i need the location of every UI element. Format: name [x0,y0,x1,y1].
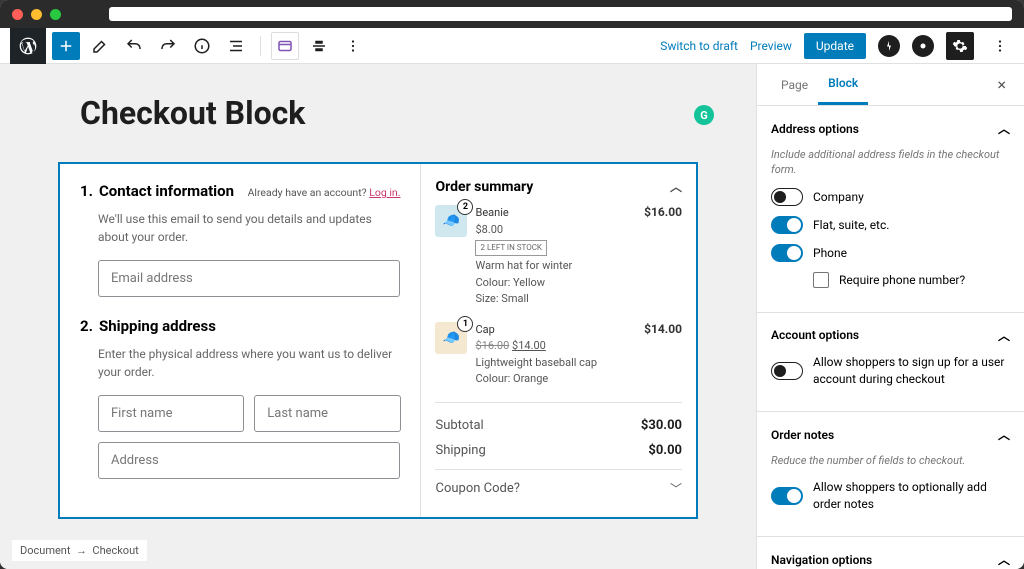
qty-badge: 1 [457,316,473,332]
list-view-icon[interactable] [222,32,250,60]
order-notes-toggle[interactable] [771,487,803,505]
signup-toggle[interactable] [771,362,803,380]
close-sidebar-button[interactable]: × [993,75,1010,94]
jetpack-icon[interactable] [878,35,900,57]
breadcrumb[interactable]: Document → Checkout [12,540,147,561]
last-name-field[interactable]: Last name [254,395,400,432]
email-field[interactable]: Email address [98,260,400,297]
checkout-block[interactable]: 1. Contact information Already have an a… [58,162,698,519]
contact-title: Contact information [99,182,234,200]
product-thumb: 🧢2 [435,205,467,237]
update-button[interactable]: Update [804,33,866,59]
tab-page[interactable]: Page [771,66,818,104]
cart-item: 🧢1 Cap $16.00 $14.00 Lightweight basebal… [435,322,682,388]
shipping-value: $0.00 [648,443,682,458]
info-icon[interactable] [188,32,216,60]
section-number: 1. [80,182,93,200]
subtotal-value: $30.00 [641,418,682,433]
section-number: 2. [80,317,93,335]
chevron-up-icon: ︿ [998,551,1010,568]
titlebar [0,0,1024,28]
more-icon[interactable] [339,32,367,60]
settings-button[interactable] [946,32,974,60]
maximize-dot[interactable] [50,9,61,20]
first-name-field[interactable]: First name [98,395,244,432]
yoast-icon[interactable] [912,35,934,57]
shipping-label: Shipping [435,443,485,458]
settings-sidebar: Page Block × Address options︿ Include ad… [756,64,1024,569]
options-icon[interactable] [986,32,1014,60]
coupon-toggle[interactable]: Coupon Code?﹀ [435,469,682,497]
login-prompt: Already have an account? Log in. [248,186,401,199]
shipping-desc: Enter the physical address where you wan… [98,345,400,381]
url-bar[interactable] [109,7,1012,21]
chevron-up-icon: ︿ [998,120,1010,137]
checkout-block-icon[interactable] [271,32,299,60]
minimize-dot[interactable] [31,9,42,20]
chevron-up-icon: ︿ [998,426,1010,443]
editor-canvas[interactable]: Checkout Block G 1. Contact information … [0,64,756,569]
order-summary-header[interactable]: Order summary ︿ [435,178,682,195]
phone-toggle[interactable] [771,244,803,262]
edit-icon[interactable] [86,32,114,60]
product-thumb: 🧢1 [435,322,467,354]
undo-icon[interactable] [120,32,148,60]
add-block-button[interactable] [52,32,80,60]
order-notes-panel[interactable]: Order notes︿ [771,426,1010,443]
shipping-title: Shipping address [99,317,216,335]
redo-icon[interactable] [154,32,182,60]
switch-draft-link[interactable]: Switch to draft [660,39,738,53]
chevron-down-icon: ﹀ [670,480,682,497]
qty-badge: 2 [457,199,473,215]
align-icon[interactable] [305,32,333,60]
close-dot[interactable] [12,9,23,20]
editor-toolbar: Switch to draft Preview Update [0,28,1024,64]
cart-item: 🧢2 Beanie $8.00 2 LEFT IN STOCK Warm hat… [435,205,682,308]
account-options-panel[interactable]: Account options︿ [771,327,1010,344]
stock-badge: 2 LEFT IN STOCK [475,240,546,256]
navigation-options-panel[interactable]: Navigation options︿ [771,551,1010,568]
page-title[interactable]: Checkout Block [80,94,706,132]
address-options-panel[interactable]: Address options︿ [771,120,1010,137]
grammarly-icon[interactable]: G [694,105,714,125]
contact-desc: We'll use this email to send you details… [98,210,400,246]
chevron-up-icon: ︿ [670,178,682,195]
address-field[interactable]: Address [98,442,400,479]
login-link[interactable]: Log in. [369,186,400,199]
subtotal-label: Subtotal [435,418,483,433]
require-phone-checkbox[interactable] [813,272,829,288]
preview-link[interactable]: Preview [750,39,792,53]
flat-toggle[interactable] [771,216,803,234]
company-toggle[interactable] [771,188,803,206]
chevron-up-icon: ︿ [998,327,1010,344]
tab-block[interactable]: Block [818,64,868,105]
wordpress-logo[interactable] [10,28,46,64]
